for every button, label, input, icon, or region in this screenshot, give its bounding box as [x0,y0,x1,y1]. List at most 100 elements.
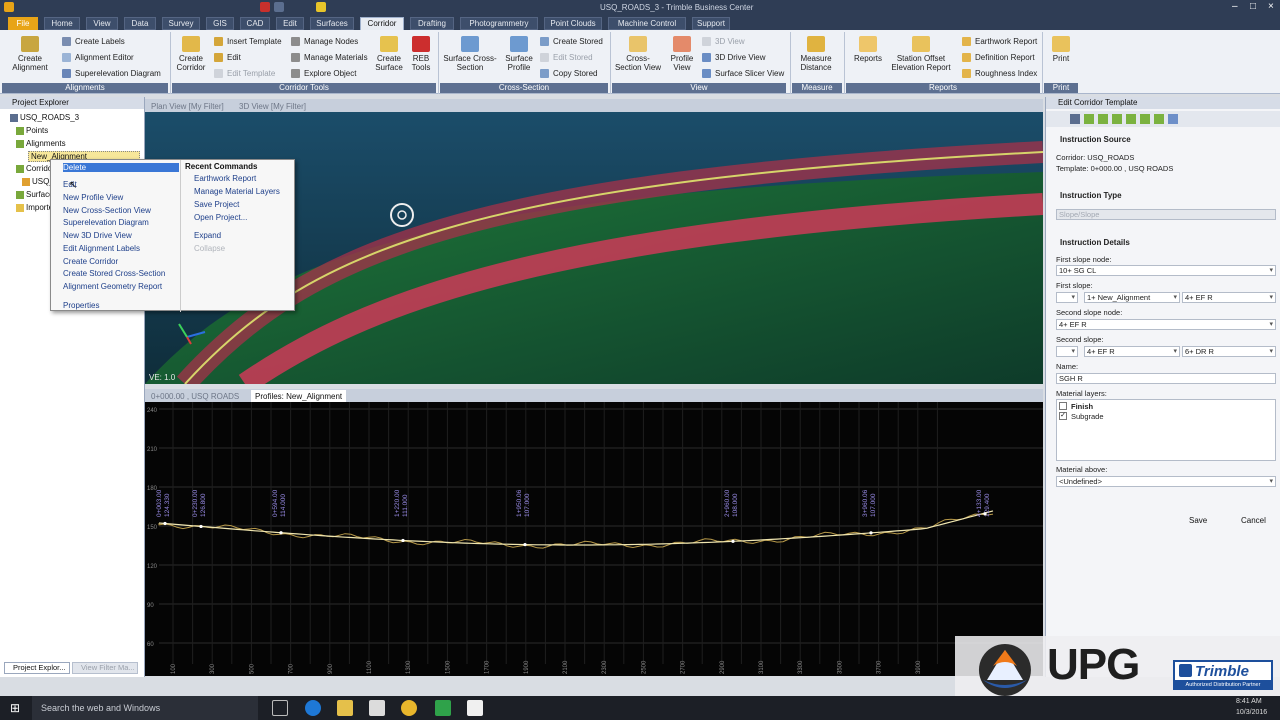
tab-support[interactable]: Support [692,17,730,30]
app-icon[interactable] [4,2,14,12]
quick-access-icon[interactable] [260,2,270,12]
toolbar-icon[interactable] [1070,114,1080,124]
store-icon[interactable] [369,700,385,716]
close-icon[interactable]: × [1268,2,1274,12]
maximize-icon[interactable]: □ [1250,2,1256,12]
tree-corridors[interactable]: Corrido [16,164,52,173]
subgrade-checkbox[interactable]: ✓ [1059,412,1067,420]
tree-surfaces[interactable]: Surface [16,190,54,199]
tab-cad[interactable]: CAD [240,17,270,30]
toolbar-icon[interactable] [1126,114,1136,124]
explore-object-button[interactable]: Explore Object [291,69,356,79]
create-stored-button[interactable]: Create Stored [540,37,603,47]
menu-item-open-project[interactable]: Open Project... [194,213,247,222]
tab-surfaces[interactable]: Surfaces [310,17,354,30]
finish-checkbox[interactable] [1059,402,1067,410]
first-slope-node-select[interactable]: 10+ SG CL [1056,265,1276,276]
menu-item-alignment-geometry-report[interactable]: Alignment Geometry Report [63,282,162,291]
tab-point-clouds[interactable]: Point Clouds [544,17,602,30]
tab-view-filter[interactable]: View Filter Ma... [72,662,138,674]
tree-imported[interactable]: Importe [16,203,53,212]
menu-item-superelevation-diagram[interactable]: Superelevation Diagram [63,218,149,227]
tab-edit[interactable]: Edit [276,17,304,30]
menu-item-new-3d-drive-view[interactable]: New 3D Drive View [63,231,132,240]
tab-file[interactable]: File [8,17,38,30]
menu-item-edit-alignment-labels[interactable]: Edit Alignment Labels [63,244,140,253]
profile-view-button[interactable]: Profile View [666,36,698,72]
create-corridor-button[interactable]: Create Corridor [174,36,208,72]
station-offset-report-button[interactable]: Station Offset Elevation Report [890,36,952,72]
material-above-select[interactable]: <Undefined> [1056,476,1276,487]
menu-item-save-project[interactable]: Save Project [194,200,239,209]
definition-report-button[interactable]: Definition Report [962,53,1035,63]
insert-template-button[interactable]: Insert Template [214,37,282,47]
minimize-icon[interactable]: – [1232,2,1238,12]
tab-view[interactable]: View [86,17,118,30]
print-button[interactable]: Print [1046,36,1076,63]
tree-points[interactable]: Points [16,126,48,135]
drive-view-3d-button[interactable]: 3D Drive View [702,53,766,63]
menu-item-expand[interactable]: Expand [194,231,221,240]
surface-profile-button[interactable]: Surface Profile [502,36,536,72]
file-explorer-icon[interactable] [337,700,353,716]
manage-nodes-button[interactable]: Manage Nodes [291,37,358,47]
cross-section-view-button[interactable]: Cross-Section View [614,36,662,72]
menu-item-manage-material-layers[interactable]: Manage Material Layers [194,187,280,196]
manage-materials-button[interactable]: Manage Materials [291,53,368,63]
tab-plan-view[interactable]: Plan View [My Filter] [147,100,228,112]
tab-machine-control[interactable]: Machine Control [608,17,686,30]
menu-item-properties[interactable]: Properties [63,301,99,310]
tab-profiles[interactable]: Profiles: New_Alignment [251,390,347,402]
tab-cross-section[interactable]: 0+000.00 , USQ ROADS [147,390,243,402]
cancel-button[interactable]: Cancel [1241,516,1266,525]
first-slope-to-select[interactable]: 4+ EF R [1182,292,1276,303]
second-slope-direction-select[interactable] [1056,346,1078,357]
first-slope-from-select[interactable]: 1+ New_Alignment [1084,292,1180,303]
toolbar-icon[interactable] [1112,114,1122,124]
reb-tools-button[interactable]: REB Tools [408,36,434,72]
tab-3d-view[interactable]: 3D View [My Filter] [235,100,310,112]
tab-gis[interactable]: GIS [206,17,234,30]
second-slope-from-select[interactable]: 4+ EF R [1084,346,1180,357]
menu-item-delete[interactable]: Delete [63,163,179,172]
toolbar-icon[interactable] [1098,114,1108,124]
second-slope-node-select[interactable]: 4+ EF R [1056,319,1276,330]
menu-item-new-profile-view[interactable]: New Profile View [63,193,123,202]
copy-stored-button[interactable]: Copy Stored [540,69,597,79]
menu-item-create-stored-cross-section[interactable]: Create Stored Cross-Section [63,269,165,278]
measure-distance-button[interactable]: Measure Distance [794,36,838,72]
taskbar-search-input[interactable]: Search the web and Windows [32,696,258,720]
toolbar-icon[interactable] [1154,114,1164,124]
toolbar-icon[interactable] [1140,114,1150,124]
menu-item-new-cross-section-view[interactable]: New Cross-Section View [63,206,151,215]
menu-item-collapse[interactable]: Collapse [194,244,225,253]
second-slope-to-select[interactable]: 6+ DR R [1182,346,1276,357]
quick-access-icon[interactable] [316,2,326,12]
tree-alignments[interactable]: Alignments [16,139,66,148]
app-icon[interactable] [467,700,483,716]
tab-corridor[interactable]: Corridor [360,17,404,30]
task-view-icon[interactable] [272,700,288,716]
surface-cross-section-button[interactable]: Surface Cross-Section [442,36,498,72]
tab-survey[interactable]: Survey [162,17,200,30]
profile-view-canvas[interactable]: 2402101801501209060301003005007009001100… [145,402,1043,676]
roughness-index-button[interactable]: Roughness Index [962,69,1037,79]
menu-item-earthwork-report[interactable]: Earthwork Report [194,174,256,183]
tab-photogrammetry[interactable]: Photogrammetry [460,17,538,30]
save-button[interactable]: Save [1189,516,1207,525]
tab-drafting[interactable]: Drafting [410,17,454,30]
superelevation-diagram-button[interactable]: Superelevation Diagram [62,69,161,79]
menu-item-create-corridor[interactable]: Create Corridor [63,257,118,266]
create-alignment-button[interactable]: Create Alignment [6,36,54,72]
create-labels-button[interactable]: Create Labels [62,37,125,47]
reports-button[interactable]: Reports [848,36,888,63]
toolbar-icon[interactable] [1168,114,1178,124]
tab-data[interactable]: Data [124,17,156,30]
surface-slicer-view-button[interactable]: Surface Slicer View [702,69,784,79]
first-slope-direction-select[interactable] [1056,292,1078,303]
toolbar-icon[interactable] [1084,114,1094,124]
edge-icon[interactable] [305,700,321,716]
earthwork-report-button[interactable]: Earthwork Report [962,37,1037,47]
alignment-editor-button[interactable]: Alignment Editor [62,53,134,63]
edit-stored-button[interactable]: Edit Stored [540,53,593,63]
